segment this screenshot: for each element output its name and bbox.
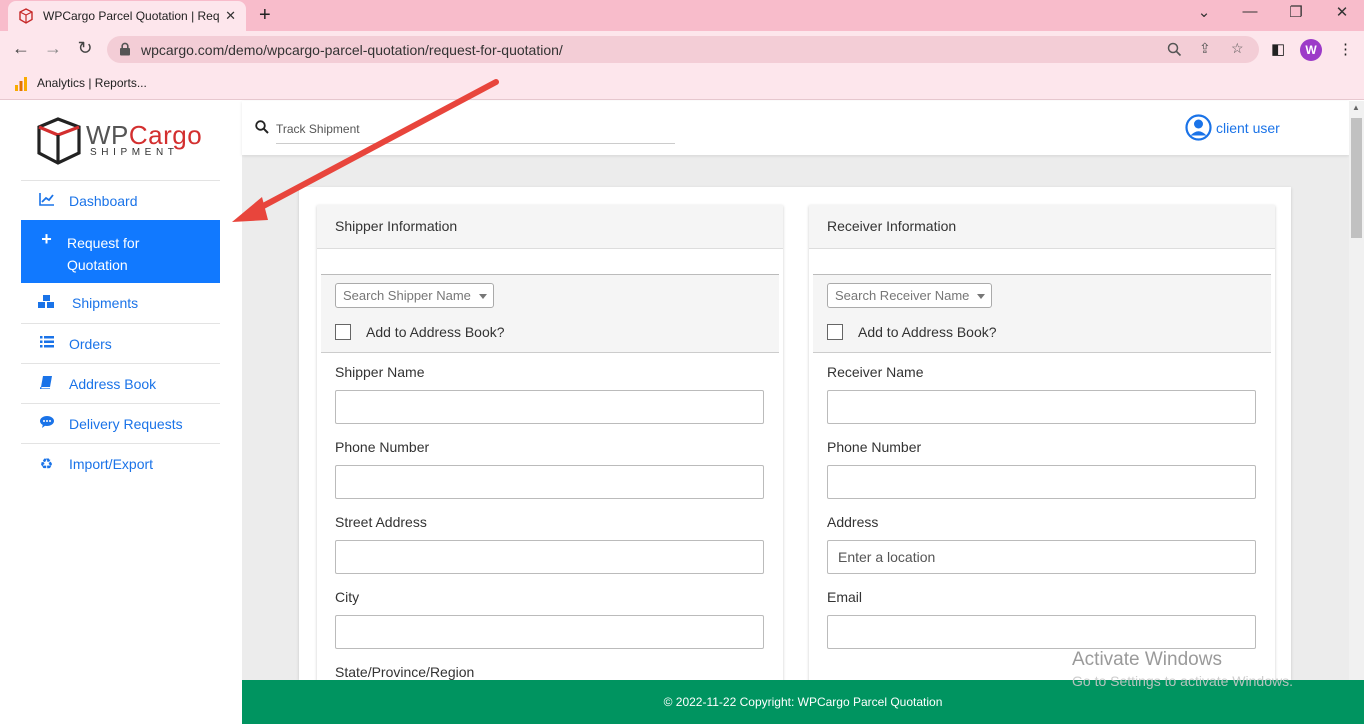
list-icon xyxy=(38,336,55,351)
sidebar-item-dashboard[interactable]: Dashboard xyxy=(21,180,220,220)
reload-button[interactable]: ↻ xyxy=(74,38,96,59)
logo-box-icon xyxy=(37,117,81,165)
receiver-name-input[interactable] xyxy=(827,390,1256,424)
footer: © 2022-11-22 Copyright: WPCargo Parcel Q… xyxy=(242,680,1364,724)
shipper-street-input[interactable] xyxy=(335,540,764,574)
page-scrollbar[interactable]: ▲ xyxy=(1349,101,1364,680)
receiver-panel: Receiver Information Search Receiver Nam… xyxy=(809,205,1275,680)
shipper-name-label: Shipper Name xyxy=(335,364,425,380)
sidebar-item-orders[interactable]: Orders xyxy=(21,323,220,363)
user-circle-icon xyxy=(1185,114,1212,141)
scroll-thumb[interactable] xyxy=(1351,118,1362,238)
sidebar-item-delivery-requests[interactable]: Delivery Requests xyxy=(21,403,220,443)
sidebar-toggle-icon[interactable]: ◧ xyxy=(1271,40,1285,58)
receiver-email-input[interactable] xyxy=(827,615,1256,649)
share-icon[interactable]: ⇪ xyxy=(1199,40,1211,57)
receiver-address-input[interactable] xyxy=(827,540,1256,574)
shipper-street-label: Street Address xyxy=(335,514,427,530)
forward-button[interactable]: → xyxy=(42,38,64,59)
receiver-phone-label: Phone Number xyxy=(827,439,922,455)
restore-button[interactable]: ❐ xyxy=(1286,3,1306,21)
shipper-address-book-option[interactable]: Add to Address Book? xyxy=(335,324,505,340)
browser-tab[interactable]: WPCargo Parcel Quotation | Requ ✕ xyxy=(8,1,246,31)
quotation-form: Shipper Information Search Shipper Name … xyxy=(299,187,1291,680)
shipper-search-select[interactable]: Search Shipper Name xyxy=(335,283,494,308)
sidebar-item-import-export[interactable]: ♻ Import/Export xyxy=(21,443,220,483)
top-bar: client user xyxy=(242,101,1349,155)
receiver-address-label: Address xyxy=(827,514,879,530)
tab-title: WPCargo Parcel Quotation | Requ xyxy=(43,9,219,23)
footer-copyright: © 2022-11-22 Copyright: xyxy=(663,695,798,709)
receiver-name-label: Receiver Name xyxy=(827,364,924,380)
shipper-city-label: City xyxy=(335,589,360,605)
minimize-button[interactable]: — xyxy=(1240,3,1260,20)
analytics-icon xyxy=(15,77,27,91)
bookmark-analytics[interactable]: Analytics | Reports... xyxy=(37,76,147,90)
comment-icon xyxy=(38,416,55,431)
book-icon xyxy=(38,375,55,392)
sidebar: WPCargo SHIPMENT Dashboard + Request for… xyxy=(0,101,242,724)
address-bar: ← → ↻ wpcargo.com/demo/wpcargo-parcel-qu… xyxy=(0,31,1364,68)
recycle-icon: ♻ xyxy=(39,455,54,473)
menu-dots-icon[interactable]: ⋮ xyxy=(1338,40,1353,58)
zoom-icon[interactable] xyxy=(1167,42,1182,57)
avatar[interactable]: W xyxy=(1300,39,1322,61)
sidebar-menu: Dashboard + Request for Quotation Shipme… xyxy=(21,180,220,483)
lock-icon xyxy=(120,42,130,56)
search-icon xyxy=(255,120,269,134)
package-icon xyxy=(19,8,33,24)
receiver-email-label: Email xyxy=(827,589,863,605)
sidebar-item-address-book[interactable]: Address Book xyxy=(21,363,220,403)
receiver-address-book-checkbox[interactable] xyxy=(827,324,843,340)
star-icon[interactable]: ☆ xyxy=(1231,40,1244,57)
plus-icon: + xyxy=(41,229,52,249)
back-button[interactable]: ← xyxy=(10,38,32,59)
track-shipment-input[interactable] xyxy=(276,115,675,144)
shipper-phone-input[interactable] xyxy=(335,465,764,499)
user-name: client user xyxy=(1216,119,1280,136)
chevron-down-icon[interactable]: ⌄ xyxy=(1194,3,1214,21)
bookmarks-bar: Analytics | Reports... xyxy=(0,68,1364,100)
new-tab-button[interactable]: + xyxy=(259,4,271,27)
shipper-panel-title: Shipper Information xyxy=(317,205,783,249)
caret-down-icon xyxy=(478,294,487,299)
close-icon[interactable]: ✕ xyxy=(225,8,236,24)
cubes-icon xyxy=(38,294,55,312)
scroll-up-arrow-icon[interactable]: ▲ xyxy=(1352,103,1360,112)
chart-line-icon xyxy=(38,192,55,209)
url-field[interactable]: wpcargo.com/demo/wpcargo-parcel-quotatio… xyxy=(107,36,1259,63)
receiver-panel-title: Receiver Information xyxy=(809,205,1275,249)
logo[interactable]: WPCargo SHIPMENT xyxy=(36,117,208,165)
sidebar-item-request-for-quotation[interactable]: + Request for Quotation xyxy=(21,220,220,283)
shipper-state-label: State/Province/Region xyxy=(335,664,475,680)
shipper-phone-label: Phone Number xyxy=(335,439,430,455)
shipper-city-input[interactable] xyxy=(335,615,764,649)
browser-tab-strip: WPCargo Parcel Quotation | Requ ✕ + ⌄ — … xyxy=(0,0,1364,31)
user-menu[interactable]: client user xyxy=(1185,114,1280,141)
shipper-panel: Shipper Information Search Shipper Name … xyxy=(317,205,783,680)
footer-brand-link[interactable]: WPCargo Parcel Quotation xyxy=(798,695,943,709)
shipper-address-book-checkbox[interactable] xyxy=(335,324,351,340)
shipper-name-input[interactable] xyxy=(335,390,764,424)
receiver-search-select[interactable]: Search Receiver Name xyxy=(827,283,993,308)
window-close-button[interactable]: ✕ xyxy=(1332,3,1352,21)
sidebar-item-shipments[interactable]: Shipments xyxy=(21,283,220,323)
receiver-phone-input[interactable] xyxy=(827,465,1256,499)
logo-subtitle: SHIPMENT xyxy=(90,147,179,158)
caret-down-icon xyxy=(977,294,986,299)
url-text: wpcargo.com/demo/wpcargo-parcel-quotatio… xyxy=(141,42,563,58)
receiver-address-book-option[interactable]: Add to Address Book? xyxy=(827,324,997,340)
